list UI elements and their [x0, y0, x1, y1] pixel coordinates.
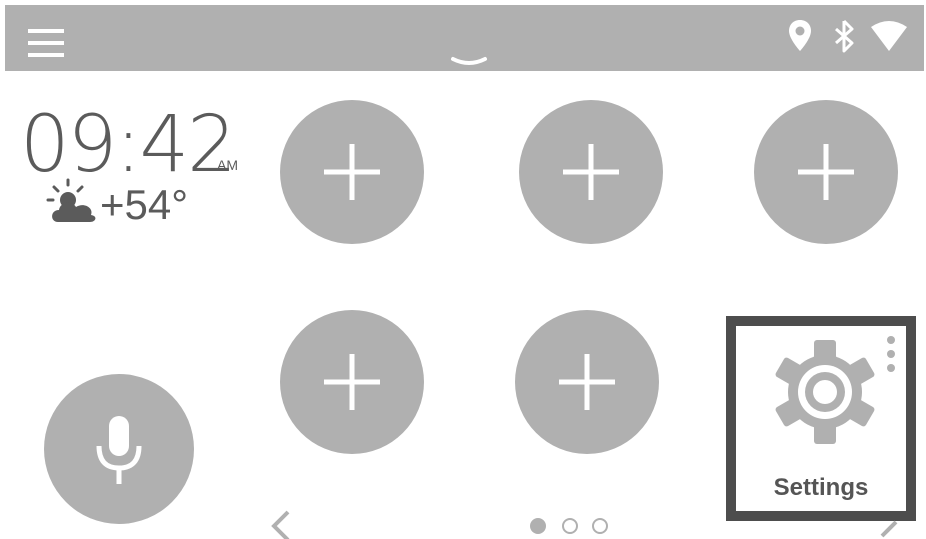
settings-tile[interactable]: Settings: [726, 316, 916, 521]
menu-icon[interactable]: [28, 29, 64, 59]
wifi-icon: [871, 21, 907, 51]
add-shortcut-button[interactable]: [515, 310, 659, 454]
page-dot[interactable]: [562, 518, 578, 534]
add-shortcut-button[interactable]: [280, 310, 424, 454]
chevron-right-icon[interactable]: [876, 514, 902, 539]
partly-sunny-cloud-icon: [46, 178, 96, 222]
plus-icon: [798, 144, 854, 200]
plus-icon: [324, 354, 380, 410]
location-pin-icon: [789, 20, 811, 51]
more-vertical-icon[interactable]: [884, 336, 898, 376]
clock-time: 09:42: [20, 100, 237, 190]
add-shortcut-button[interactable]: [754, 100, 898, 244]
temperature: +54°: [100, 181, 189, 228]
gear-icon: [775, 340, 875, 444]
page-dot-active[interactable]: [530, 518, 546, 534]
plus-icon: [563, 144, 619, 200]
add-shortcut-button[interactable]: [519, 100, 663, 244]
clock-ampm: AM: [217, 157, 238, 173]
microphone-icon: [96, 416, 142, 484]
status-bar: [5, 5, 924, 71]
plus-icon: [559, 354, 615, 410]
plus-icon: [324, 144, 380, 200]
chevron-left-icon[interactable]: [268, 508, 294, 539]
pull-down-handle-icon[interactable]: [449, 55, 489, 69]
voice-search-button[interactable]: [44, 374, 194, 524]
page-dot[interactable]: [592, 518, 608, 534]
settings-label: Settings: [773, 474, 869, 501]
bluetooth-icon: [835, 19, 854, 53]
add-shortcut-button[interactable]: [280, 100, 424, 244]
